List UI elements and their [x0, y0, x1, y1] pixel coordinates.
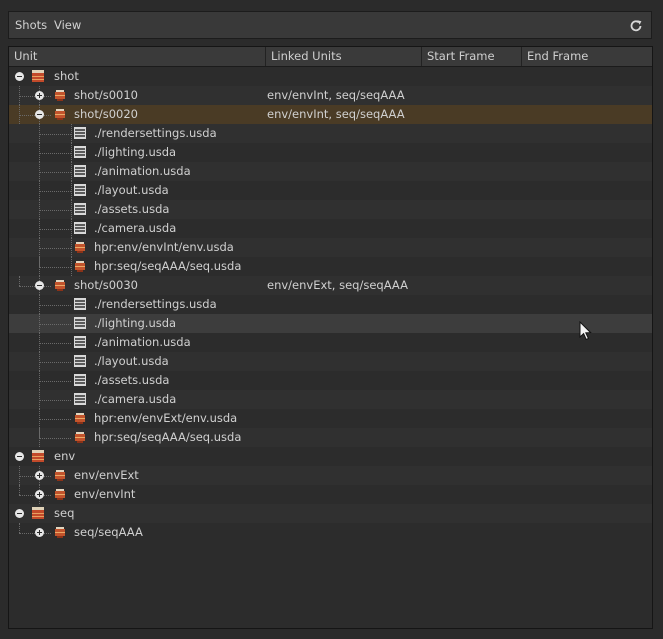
mouse-cursor-icon	[579, 321, 592, 341]
unit-icon	[73, 238, 87, 257]
unit-label: env/envExt	[74, 468, 139, 482]
layer-file-icon	[73, 295, 87, 314]
tree-row[interactable]: ./layout.usda	[9, 352, 652, 371]
tree-row[interactable]: ./animation.usda	[9, 162, 652, 181]
tree-row[interactable]: hpr:seq/seqAAA/seq.usda	[9, 257, 652, 276]
unit-label: hpr:env/envExt/env.usda	[94, 411, 238, 425]
tree-row[interactable]: hpr:seq/seqAAA/seq.usda	[9, 428, 652, 447]
unit-label: hpr:seq/seqAAA/seq.usda	[94, 259, 242, 273]
unit-label: hpr:env/envInt/env.usda	[94, 240, 234, 254]
unit-icon	[53, 466, 67, 485]
unit-label: env	[54, 449, 76, 463]
tree-row[interactable]: shot	[9, 67, 652, 86]
expand-icon[interactable]	[35, 471, 44, 480]
unit-icon	[31, 67, 45, 86]
expand-icon[interactable]	[35, 490, 44, 499]
layer-file-icon	[73, 371, 87, 390]
unit-label: ./layout.usda	[94, 354, 169, 368]
tree-row[interactable]: ./layout.usda	[9, 181, 652, 200]
unit-label: ./assets.usda	[94, 373, 170, 387]
tree-row[interactable]: shot/s0030 env/envExt, seq/seqAAA	[9, 276, 652, 295]
toolbar: Shots View	[8, 11, 652, 39]
collapse-icon[interactable]	[15, 72, 24, 81]
unit-label: ./lighting.usda	[94, 316, 177, 330]
tree-row[interactable]: ./assets.usda	[9, 200, 652, 219]
unit-icon	[53, 523, 67, 542]
tree-row[interactable]: ./lighting.usda	[9, 143, 652, 162]
expand-icon[interactable]	[35, 91, 44, 100]
unit-label: hpr:seq/seqAAA/seq.usda	[94, 430, 242, 444]
tree-row[interactable]: env/envInt	[9, 485, 652, 504]
unit-label: shot/s0030	[74, 278, 138, 292]
unit-icon	[73, 428, 87, 447]
unit-icon	[53, 485, 67, 504]
layer-file-icon	[73, 219, 87, 238]
layer-file-icon	[73, 124, 87, 143]
collapse-icon[interactable]	[15, 509, 24, 518]
unit-label: ./animation.usda	[94, 335, 191, 349]
unit-icon	[73, 409, 87, 428]
tree-row[interactable]: ./camera.usda	[9, 390, 652, 409]
linked-units-value: env/envInt, seq/seqAAA	[267, 88, 405, 102]
layer-file-icon	[73, 162, 87, 181]
unit-label: ./assets.usda	[94, 202, 170, 216]
unit-label: ./lighting.usda	[94, 145, 177, 159]
collapse-icon[interactable]	[15, 452, 24, 461]
layer-file-icon	[73, 181, 87, 200]
column-end-frame[interactable]: End Frame	[522, 47, 652, 66]
unit-icon	[31, 504, 45, 523]
tree-row[interactable]: ./rendersettings.usda	[9, 124, 652, 143]
layer-file-icon	[73, 333, 87, 352]
collapse-icon[interactable]	[35, 281, 44, 290]
unit-label: env/envInt	[74, 487, 136, 501]
unit-tree-panel: Unit Linked Units Start Frame End Frame …	[8, 46, 653, 629]
refresh-icon[interactable]	[628, 18, 644, 34]
unit-label: ./camera.usda	[94, 221, 177, 235]
unit-label: ./layout.usda	[94, 183, 169, 197]
layer-file-icon	[73, 143, 87, 162]
tree-row[interactable]: hpr:env/envInt/env.usda	[9, 238, 652, 257]
unit-label: ./animation.usda	[94, 164, 191, 178]
tree-row[interactable]: env	[9, 447, 652, 466]
tree-row[interactable]: seq	[9, 504, 652, 523]
layer-file-icon	[73, 314, 87, 333]
tree-row[interactable]: hpr:env/envExt/env.usda	[9, 409, 652, 428]
linked-units-value: env/envExt, seq/seqAAA	[267, 278, 408, 292]
tree-body: shot shot/s0010 env/envInt, seq/seqAAA shot…	[9, 67, 652, 542]
linked-units-value: env/envInt, seq/seqAAA	[267, 107, 405, 121]
layer-file-icon	[73, 352, 87, 371]
layer-file-icon	[73, 390, 87, 409]
column-start-frame[interactable]: Start Frame	[422, 47, 522, 66]
expand-icon[interactable]	[35, 528, 44, 537]
unit-label: ./rendersettings.usda	[94, 297, 217, 311]
tree-row[interactable]: ./rendersettings.usda	[9, 295, 652, 314]
collapse-icon[interactable]	[35, 110, 44, 119]
unit-icon	[53, 276, 67, 295]
layer-file-icon	[73, 200, 87, 219]
column-unit[interactable]: Unit	[9, 47, 266, 66]
unit-label: shot/s0020	[74, 107, 138, 121]
tree-row[interactable]: ./camera.usda	[9, 219, 652, 238]
tree-row[interactable]: shot/s0010 env/envInt, seq/seqAAA	[9, 86, 652, 105]
unit-icon	[53, 86, 67, 105]
tree-row[interactable]: ./lighting.usda	[9, 314, 652, 333]
column-linked-units[interactable]: Linked Units	[266, 47, 422, 66]
unit-label: ./rendersettings.usda	[94, 126, 217, 140]
tree-row[interactable]: ./assets.usda	[9, 371, 652, 390]
tree-row[interactable]: env/envExt	[9, 466, 652, 485]
unit-label: seq	[54, 506, 75, 520]
tree-row[interactable]: shot/s0020 env/envInt, seq/seqAAA	[9, 105, 652, 124]
unit-icon	[53, 105, 67, 124]
tree-row[interactable]: seq/seqAAA	[9, 523, 652, 542]
menu-view[interactable]: View	[54, 18, 81, 32]
tree-header: Unit Linked Units Start Frame End Frame	[9, 47, 652, 67]
unit-icon	[73, 257, 87, 276]
tree-row[interactable]: ./animation.usda	[9, 333, 652, 352]
unit-label: shot/s0010	[74, 88, 138, 102]
unit-icon	[31, 447, 45, 466]
unit-label: ./camera.usda	[94, 392, 177, 406]
unit-label: seq/seqAAA	[74, 525, 143, 539]
menu-shots[interactable]: Shots	[15, 18, 47, 32]
unit-label: shot	[54, 69, 79, 83]
